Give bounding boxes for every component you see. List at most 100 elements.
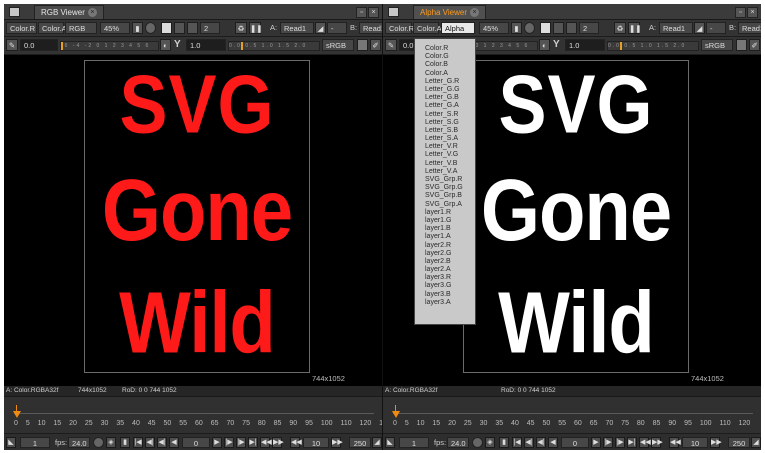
channel-option[interactable]: SVG_Grp.G [415,184,475,192]
end-frame-field[interactable]: 250 [349,437,371,448]
tab-rgb-viewer[interactable]: RGB Viewer × [34,5,104,19]
pause-icon[interactable]: ❚❚ [249,22,263,34]
float-pane-icon[interactable]: ▫ [356,7,367,18]
current-frame-field[interactable]: 0 [561,437,589,448]
channel-option[interactable]: layer3.A [415,299,475,307]
current-frame-field[interactable]: 0 [182,437,210,448]
pause-icon[interactable]: ❚❚ [628,22,642,34]
channel-option[interactable]: layer2.R [415,242,475,250]
close-pane-icon[interactable]: × [747,7,758,18]
channel-option[interactable]: Letter_G.G [415,86,475,94]
auto-contrast-icon[interactable]: ◐ [539,39,550,51]
channel-option[interactable]: layer3.B [415,291,475,299]
zoom-select[interactable]: 45% [479,22,509,34]
skip-forward-icon[interactable]: ▶▶ [651,437,663,448]
channel-option[interactable]: Letter_V.R [415,143,475,151]
clip-icon[interactable]: ✎ [6,39,18,51]
channel-option[interactable]: Letter_V.B [415,160,475,168]
gamma-slider[interactable]: 0.0 0.5 1.0 1.5 2.0 2.5 [607,41,699,51]
prev-keyframe-icon[interactable]: ◀| [524,437,534,448]
channel-option[interactable]: layer3.R [415,274,475,282]
play-forward-icon[interactable]: ▶ [591,437,601,448]
wipe-mode-icon[interactable]: ◢ [315,22,326,34]
checker-icon[interactable] [357,39,368,51]
go-first-icon[interactable]: |◀ [512,437,522,448]
input-a-select[interactable]: Read1 [659,22,693,34]
channel-option[interactable]: Letter_G.B [415,94,475,102]
fps-reset-icon[interactable] [472,437,483,448]
step-back-icon[interactable]: ◀| [157,437,167,448]
layout-select[interactable]: 2 [579,22,599,34]
wipe-icon[interactable] [566,22,577,34]
layout-select[interactable]: 2 [200,22,220,34]
fps-field[interactable]: 24.0 [447,437,469,448]
refresh-icon[interactable] [524,22,535,34]
display-mode-select[interactable]: RGB [65,22,97,34]
channel-option[interactable]: layer1.B [415,225,475,233]
channel-option[interactable]: layer1.G [415,217,475,225]
start-frame-field[interactable]: 1 [20,437,50,448]
next-keyframe-icon[interactable]: |▶ [236,437,246,448]
go-last-icon[interactable]: ▶| [248,437,258,448]
first-frame-marker-icon[interactable]: ◣ [6,437,16,448]
channel-option[interactable]: SVG_Grp.R [415,176,475,184]
channel-option[interactable]: SVG_Grp.A [415,201,475,209]
channel-option[interactable]: Letter_G.R [415,78,475,86]
channel-b-select[interactable]: Color.A [38,22,67,34]
channel-option[interactable]: Letter_V.G [415,151,475,159]
play-forward-icon[interactable]: ▶ [212,437,222,448]
pane-menu-icon[interactable] [9,7,20,17]
channel-option[interactable]: Letter_G.A [415,102,475,110]
channel-option[interactable]: Color.G [415,53,475,61]
channel-option[interactable]: layer1.A [415,233,475,241]
pane-menu-icon[interactable] [388,7,399,17]
lock-range-icon[interactable]: ▮ [499,437,509,448]
wipe-icon[interactable] [187,22,198,34]
increment-back-icon[interactable]: ◀◀ [290,437,302,448]
increment-back-icon[interactable]: ◀◀ [669,437,681,448]
close-pane-icon[interactable]: × [368,7,379,18]
first-frame-marker-icon[interactable]: ◣ [385,437,395,448]
go-first-icon[interactable]: |◀ [133,437,143,448]
gamma-slider[interactable]: 0.0 0.5 1.0 1.5 2.0 2.5 [228,41,320,51]
display-toggle-icon[interactable] [161,22,172,34]
refresh-icon[interactable] [145,22,156,34]
increment-forward-icon[interactable]: ▶▶ [710,437,722,448]
composite-select[interactable]: - [327,22,347,34]
colorspace-select[interactable]: sRGB [322,39,354,51]
start-frame-field[interactable]: 1 [399,437,429,448]
wipe-mode-icon[interactable]: ◢ [694,22,705,34]
input-b-select[interactable]: Read1 [359,22,382,34]
play-backward-icon[interactable]: ◀ [169,437,179,448]
clip-icon[interactable]: ✎ [385,39,397,51]
last-frame-marker-icon[interactable]: ◢ [751,437,761,448]
channel-option[interactable]: layer2.G [415,250,475,258]
auto-contrast-icon[interactable]: ◐ [160,39,171,51]
channel-option[interactable]: Letter_S.R [415,111,475,119]
channel-option[interactable]: layer2.B [415,258,475,266]
channel-option[interactable]: Color.R [415,45,475,53]
lock-range-icon[interactable]: ▮ [120,437,130,448]
picker-icon[interactable]: ✐ [749,39,760,51]
channel-option[interactable]: layer1.R [415,209,475,217]
close-tab-icon[interactable]: × [87,8,97,18]
channel-option[interactable]: Letter_S.B [415,127,475,135]
close-tab-icon[interactable]: × [470,8,479,18]
channel-option[interactable]: Letter_V.A [415,168,475,176]
step-forward-icon[interactable]: |▶ [224,437,234,448]
lock-icon[interactable]: ▮ [511,22,522,34]
channel-option[interactable]: Color.A [415,70,475,78]
play-backward-icon[interactable]: ◀ [548,437,558,448]
channel-option[interactable]: layer2.A [415,266,475,274]
step-back-icon[interactable]: ◀| [536,437,546,448]
display-mode-select[interactable]: Alpha [441,22,475,34]
display-toggle-icon[interactable] [540,22,551,34]
checker-icon[interactable] [736,39,747,51]
float-pane-icon[interactable]: ▫ [735,7,746,18]
increment-field[interactable]: 10 [303,437,329,448]
split-view-icon[interactable] [174,22,185,34]
timeline[interactable]: 0 5 10 15 20 25 30 35 40 45 50 55 60 65 … [4,397,382,433]
picker-icon[interactable]: ✐ [370,39,381,51]
gain-field[interactable]: 0.0 [20,39,58,51]
fps-field[interactable]: 24.0 [68,437,90,448]
